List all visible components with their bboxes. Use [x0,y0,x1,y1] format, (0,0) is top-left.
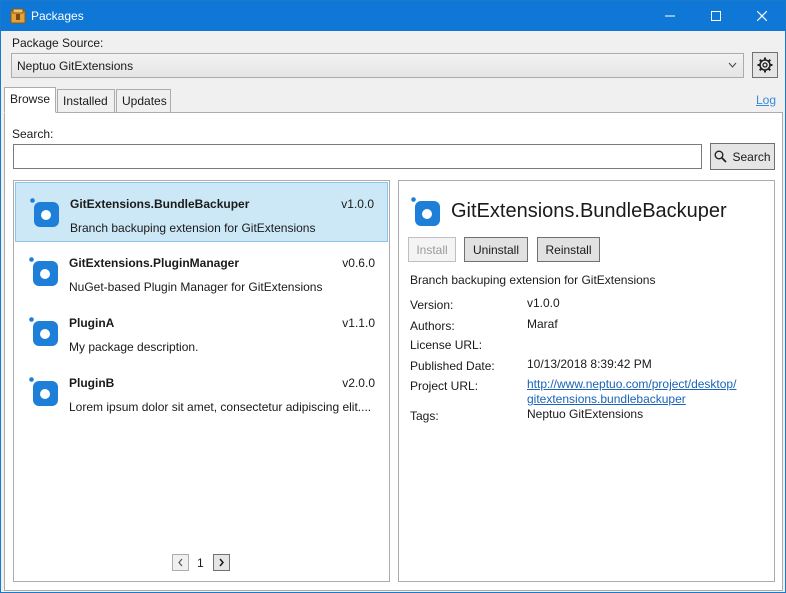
published-date-value: 10/13/2018 8:39:42 PM [527,357,652,371]
install-button[interactable]: Install [408,237,456,262]
package-source-select[interactable]: Neptuo GitExtensions [11,53,744,78]
gear-icon [757,57,773,73]
list-item[interactable]: PluginA v1.1.0 My package description. [15,302,388,362]
tab-updates[interactable]: Updates [116,89,171,113]
license-url-label: License URL: [410,338,483,352]
package-name: PluginB [69,376,115,390]
package-version: v1.0.0 [341,197,374,211]
package-name: GitExtensions.PluginManager [69,256,240,270]
package-icon [29,257,58,286]
packages-window: Packages Package Source: Neptuo GitExten… [0,0,786,593]
page-number: 1 [197,556,204,570]
minimize-button[interactable] [647,1,693,31]
project-url-link-line1[interactable]: http://www.neptuo.com/project/desktop/ [527,377,736,391]
maximize-icon [711,11,721,21]
tab-installed[interactable]: Installed [57,89,115,113]
package-icon [30,198,59,227]
package-source-label: Package Source: [12,36,104,50]
project-url-label: Project URL: [410,379,479,393]
list-item[interactable]: GitExtensions.PluginManager v0.6.0 NuGet… [15,242,388,302]
list-item[interactable]: PluginB v2.0.0 Lorem ipsum dolor sit ame… [15,362,388,422]
version-label: Version: [410,298,454,312]
package-detail-panel: GitExtensions.BundleBackuper Install Uni… [398,180,775,582]
title-bar[interactable]: Packages [1,1,785,31]
chevron-down-icon [728,62,737,68]
version-value: v1.0.0 [527,296,560,310]
authors-label: Authors: [410,319,455,333]
package-icon [29,317,58,346]
package-description: Branch backuping extension for GitExtens… [70,221,316,235]
tags-value: Neptuo GitExtensions [527,407,644,421]
project-url-link-line2[interactable]: gitextensions.bundlebackuper [527,392,686,406]
package-version: v1.1.0 [342,316,375,330]
minimize-icon [665,15,675,17]
pager: 1 [172,554,232,572]
package-name: PluginA [69,316,115,330]
detail-description: Branch backuping extension for GitExtens… [410,273,656,287]
uninstall-button[interactable]: Uninstall [464,237,528,262]
package-version: v0.6.0 [342,256,375,270]
close-icon [757,11,767,21]
search-button-label: Search [732,149,771,164]
maximize-button[interactable] [693,1,739,31]
settings-button[interactable] [752,52,778,78]
package-list: GitExtensions.BundleBackuper v1.0.0 Bran… [13,180,390,582]
search-input[interactable] [13,144,702,169]
package-icon [411,197,440,226]
tags-label: Tags: [410,409,439,423]
package-icon [29,377,58,406]
package-source-value: Neptuo GitExtensions [17,59,134,73]
next-page-button[interactable] [213,554,230,571]
close-button[interactable] [739,1,785,31]
window-title: Packages [31,9,84,23]
authors-value: Maraf [527,317,558,331]
chevron-left-icon [178,558,183,567]
detail-title: GitExtensions.BundleBackuper [451,200,727,222]
reinstall-button[interactable]: Reinstall [537,237,600,262]
package-description: NuGet-based Plugin Manager for GitExtens… [69,280,323,294]
search-button[interactable]: Search [710,143,775,170]
log-link[interactable]: Log [756,93,776,107]
tab-browse[interactable]: Browse [4,87,56,113]
chevron-right-icon [219,558,224,567]
previous-page-button[interactable] [172,554,189,571]
search-label: Search: [12,127,54,141]
package-description: My package description. [69,340,199,354]
list-item[interactable]: GitExtensions.BundleBackuper v1.0.0 Bran… [15,182,388,242]
app-icon [10,8,26,24]
package-name: GitExtensions.BundleBackuper [70,197,250,211]
package-version: v2.0.0 [342,376,375,390]
search-icon [714,150,728,163]
published-date-label: Published Date: [410,359,495,373]
package-description: Lorem ipsum dolor sit amet, consectetur … [69,400,372,414]
